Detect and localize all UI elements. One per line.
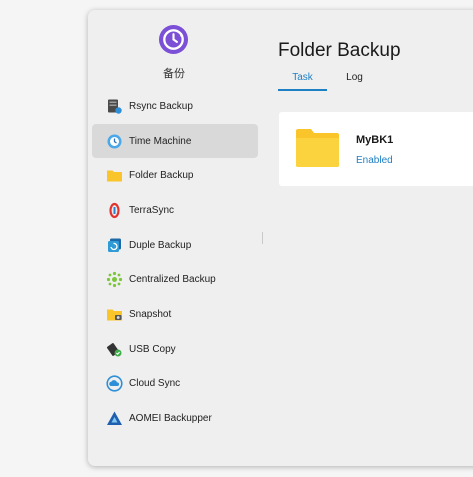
sidebar-item-usb-copy[interactable]: USB Copy [92,332,258,367]
page-title: Folder Backup [278,40,401,61]
sidebar-item-terrasync[interactable]: TerraSync [92,193,258,228]
sidebar-item-snapshot[interactable]: Snapshot [92,297,258,332]
sidebar-item-label: Rsync Backup [129,100,193,112]
sidebar-item-centralized-backup[interactable]: Centralized Backup [92,262,258,297]
sidebar-item-label: Duple Backup [129,239,192,251]
snapshot-folder-icon [106,306,123,323]
sidebar-item-aomei-backupper[interactable]: AOMEI Backupper [92,401,258,436]
sidebar-item-label: Centralized Backup [129,274,216,286]
sidebar-item-label: TerraSync [129,204,175,216]
terrasync-icon [106,202,123,219]
sidebar-item-label: Time Machine [129,135,192,147]
sidebar-item-label: Folder Backup [129,170,194,182]
sidebar-item-duple-backup[interactable]: Duple Backup [92,228,258,263]
sidebar-item-time-machine[interactable]: Time Machine [92,123,258,159]
sidebar-item-label: Snapshot [129,308,172,320]
clock-history-icon [158,24,189,55]
task-status: Enabled [356,155,393,166]
rsync-server-icon [106,98,123,115]
folder-icon [296,129,339,167]
tab-bar: Task Log [278,72,372,91]
sidebar-item-label: Cloud Sync [129,378,181,390]
app-window: 备份 Rsync Backup Time Machine Folder Back… [88,10,473,466]
centralized-backup-icon [106,271,123,288]
sidebar-item-folder-backup[interactable]: Folder Backup [92,158,258,193]
sidebar-item-label: USB Copy [129,343,176,355]
task-name: MyBK1 [356,134,394,146]
usb-copy-icon [106,341,123,358]
tab-task[interactable]: Task [278,72,327,91]
app-name: 备份 [163,68,185,80]
duple-backup-icon [106,237,123,254]
tab-log[interactable]: Log [337,72,372,91]
sidebar-resize-handle[interactable] [262,232,263,244]
sidebar: 备份 Rsync Backup Time Machine Folder Back… [88,10,268,466]
time-machine-icon [106,133,123,150]
aomei-logo-icon [106,410,123,427]
task-card[interactable]: MyBK1 Enabled [279,112,473,186]
sidebar-item-cloud-sync[interactable]: Cloud Sync [92,367,258,402]
cloud-sync-icon [106,375,123,392]
sidebar-item-rsync-backup[interactable]: Rsync Backup [92,89,258,124]
sidebar-item-label: AOMEI Backupper [129,413,212,425]
main-content: Folder Backup Task Log MyBK1 Enabled [278,10,473,466]
folder-icon [106,167,123,184]
sidebar-nav: Rsync Backup Time Machine Folder Backup … [92,89,258,436]
